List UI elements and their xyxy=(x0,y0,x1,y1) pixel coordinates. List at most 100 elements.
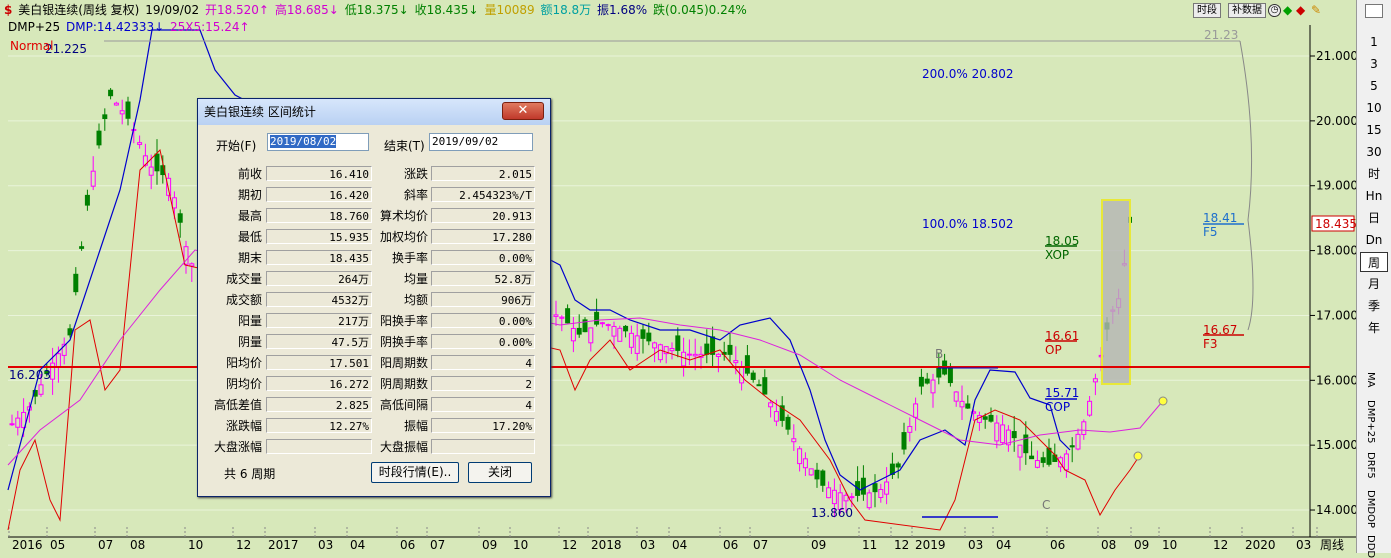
period-item[interactable]: 时 xyxy=(1360,164,1388,184)
candle-body xyxy=(617,327,623,342)
period-item[interactable]: 年 xyxy=(1360,318,1388,338)
candle-body xyxy=(38,384,44,395)
period-item[interactable]: 15 xyxy=(1360,120,1388,140)
candle-body xyxy=(171,197,177,209)
stat-label: 高低间隔 xyxy=(379,398,428,412)
stat-label: 换手率 xyxy=(391,251,428,265)
indicator-tab[interactable]: DMP+25 xyxy=(1365,400,1376,443)
stat-label: 阴周期数 xyxy=(379,377,428,391)
period-item[interactable]: 10 xyxy=(1360,98,1388,118)
candle-body xyxy=(1087,400,1093,416)
candle-body xyxy=(884,481,890,495)
period-button[interactable]: 时段 xyxy=(1193,3,1221,18)
indicator-tab[interactable]: DRF5 xyxy=(1365,452,1376,479)
y-axis-label: 17.000 xyxy=(1316,308,1356,322)
period-item[interactable]: Hn xyxy=(1360,186,1388,206)
candle-body xyxy=(1081,421,1087,436)
period-item[interactable]: 5 xyxy=(1360,76,1388,96)
stat-label: 高低差值 xyxy=(213,398,262,412)
candle-body xyxy=(84,194,90,206)
maximize-icon[interactable] xyxy=(1365,4,1383,18)
candle-body xyxy=(756,384,762,387)
candle-body xyxy=(744,355,750,374)
stat-value: 906万 xyxy=(431,292,535,307)
x-axis-label: 05 xyxy=(50,538,65,552)
indicator-tab[interactable]: MA xyxy=(1365,372,1376,387)
period-item[interactable]: 周 xyxy=(1360,252,1388,272)
period-item[interactable]: Dn xyxy=(1360,230,1388,250)
stat-label: 阴换手率 xyxy=(379,335,428,349)
pen-icon[interactable]: ✎ xyxy=(1311,3,1321,17)
close-button[interactable]: 关闭 xyxy=(468,462,532,483)
candle-body xyxy=(553,314,559,317)
candle-body xyxy=(640,329,646,339)
period-item[interactable]: 日 xyxy=(1360,208,1388,228)
supplement-data-button[interactable]: 补数据 xyxy=(1228,3,1266,18)
indicator-tab[interactable]: DDD xyxy=(1365,535,1376,558)
market-button[interactable]: 时段行情(E).. xyxy=(371,462,459,483)
end-date-input[interactable]: 2019/09/02 xyxy=(429,133,533,151)
period-item[interactable]: 季 xyxy=(1360,296,1388,316)
candle-body xyxy=(148,166,154,176)
cop-value: 15.71 xyxy=(1045,386,1079,400)
indicator-tab[interactable]: DMDOP xyxy=(1365,490,1376,528)
candle-body xyxy=(1034,460,1040,468)
stat-value: 18.435 xyxy=(266,250,372,265)
candle-body xyxy=(189,263,195,267)
stat-label: 阳量 xyxy=(237,314,262,328)
chart-date: 19/09/02 xyxy=(145,3,200,17)
wave-b-label: B xyxy=(935,347,943,361)
dialog-close-icon[interactable]: ✕ xyxy=(502,102,544,120)
period-item[interactable]: 30 xyxy=(1360,142,1388,162)
candle-body xyxy=(1092,378,1098,383)
candle-body xyxy=(686,353,692,356)
amplitude-value: 振1.68% xyxy=(597,3,648,17)
diamond-red-icon[interactable]: ◆ xyxy=(1296,3,1305,17)
stat-label: 期初 xyxy=(237,188,262,202)
candle-body xyxy=(1029,455,1035,460)
diamond-icon[interactable]: ◆ xyxy=(1283,3,1293,17)
x-axis-label: 06 xyxy=(400,538,415,552)
candle-body xyxy=(936,367,942,378)
candle-body xyxy=(628,332,634,348)
stat-value: 0.00% xyxy=(431,334,535,349)
selection-range-box xyxy=(1101,199,1131,385)
candle-body xyxy=(611,325,617,337)
candle-body xyxy=(559,316,565,319)
stat-value: 217万 xyxy=(266,313,372,328)
f3-value: 16.67 xyxy=(1203,323,1237,337)
stat-label: 算术均价 xyxy=(379,209,428,223)
x-axis-label: 11 xyxy=(862,538,877,552)
period-item[interactable]: 月 xyxy=(1360,274,1388,294)
candle-body xyxy=(137,142,143,145)
dialog-titlebar: 美白银连续 区间统计 ✕ xyxy=(198,99,550,125)
candle-body xyxy=(15,417,21,428)
start-date-input[interactable]: 2019/08/02 xyxy=(267,133,369,151)
stat-value: 15.935 xyxy=(266,229,372,244)
candle-body xyxy=(594,311,600,325)
x-axis-label: 10 xyxy=(513,538,528,552)
y-axis-label: 21.000 xyxy=(1316,49,1356,63)
candle-body xyxy=(808,468,814,476)
y-axis-label: 20.000 xyxy=(1316,114,1356,128)
candle-body xyxy=(930,379,936,394)
candle-body xyxy=(866,492,872,509)
period-item[interactable]: 3 xyxy=(1360,54,1388,74)
candle-body xyxy=(73,273,79,293)
candle-body xyxy=(1017,444,1023,458)
x-axis-label: 10 xyxy=(188,538,203,552)
y-axis-label: 19.000 xyxy=(1316,179,1356,193)
period-sidebar: 1 3 5 10 15 30 时 Hn 日 Dn 周月季年 MA DMP+25 DRF5 DMDOP DDD xyxy=(1356,0,1391,558)
period-item[interactable]: 1 xyxy=(1360,32,1388,52)
candle-body xyxy=(727,344,733,355)
stat-value: 2.825 xyxy=(266,397,372,412)
history-icon[interactable]: ◷ xyxy=(1268,4,1281,17)
end-label: 结束(T) xyxy=(384,139,425,153)
candle-body xyxy=(785,416,791,430)
candle-body xyxy=(733,360,739,364)
candle-body xyxy=(154,153,160,172)
dialog-title: 美白银连续 区间统计 xyxy=(204,105,316,119)
x-axis-label: 07 xyxy=(98,538,113,552)
open-price: 开18.520↑ xyxy=(204,3,269,17)
stat-label: 均额 xyxy=(403,293,428,307)
